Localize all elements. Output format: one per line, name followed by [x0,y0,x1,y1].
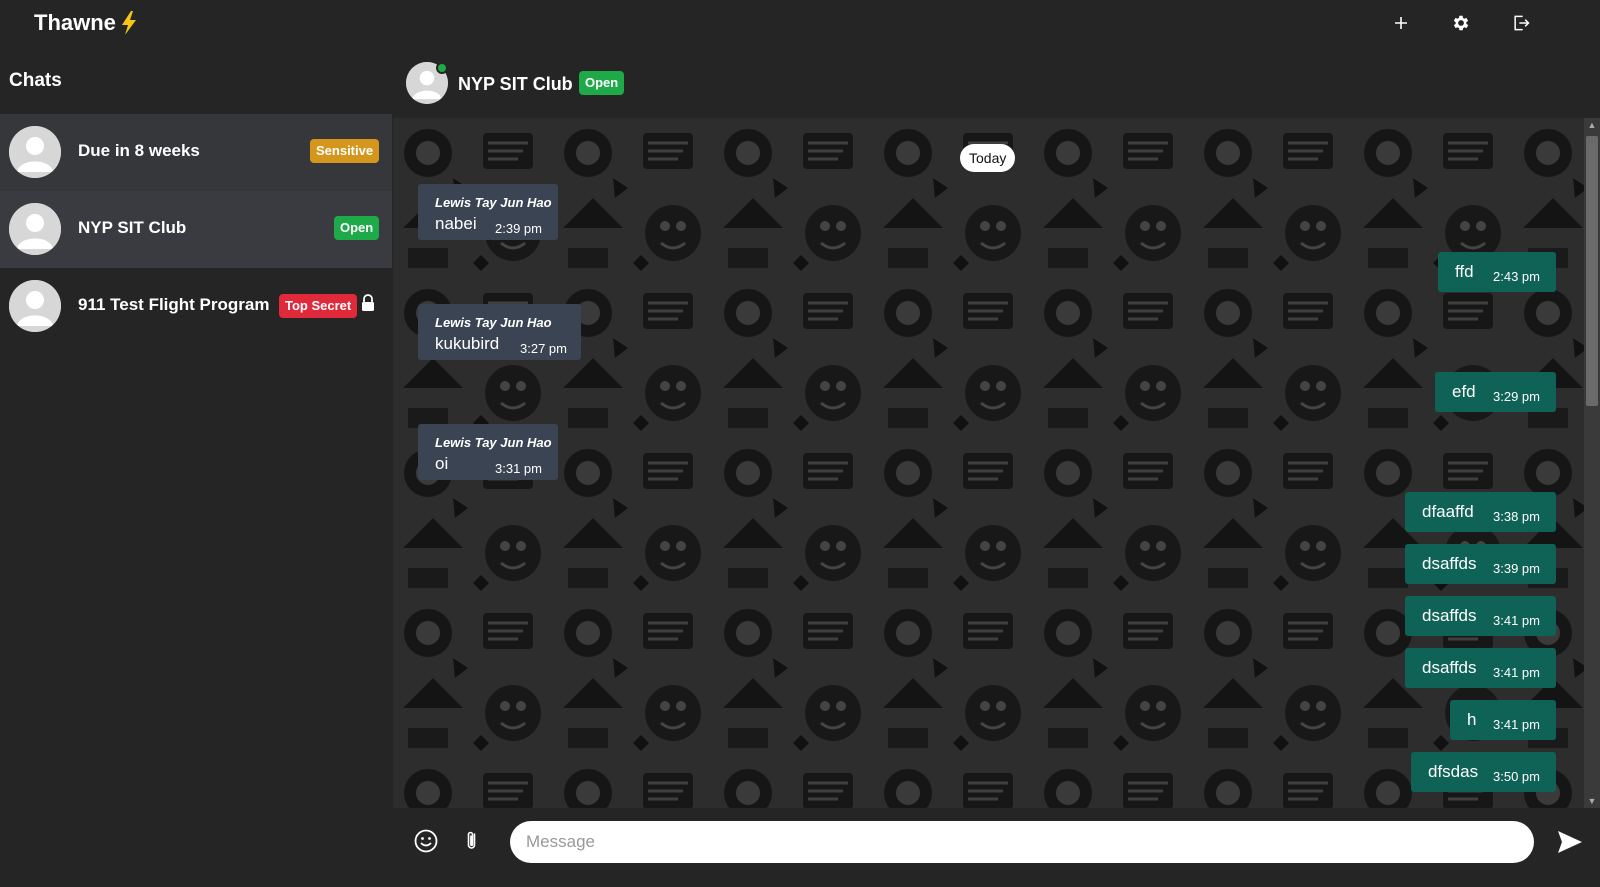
chat-name: NYP SIT Club [78,218,187,237]
message-time: 3:38 pm [1493,509,1540,524]
message-time: 3:29 pm [1493,389,1540,404]
date-divider: Today [960,144,1016,172]
message-time: 2:39 pm [495,221,542,236]
chat-item-nyp-sit-club[interactable]: NYP SIT Club Open [0,191,392,268]
scrollbar-thumb[interactable] [1586,136,1598,406]
app-name: Thawne [34,10,116,35]
scroll-down-icon[interactable]: ▼ [1587,796,1597,806]
message-text: h [1467,710,1477,729]
lock-icon [362,294,374,311]
status-badge: Top Secret [279,294,358,318]
message-text: kukubird [435,334,500,353]
logout-button[interactable] [1506,8,1536,38]
avatar [9,203,61,255]
chat-header: NYP SIT Club Open [392,46,1600,118]
online-indicator [436,62,448,74]
message-text: oi [435,454,449,473]
message-text: efd [1452,382,1476,401]
app-brand: Thawne [34,10,138,36]
message-time: 3:27 pm [520,341,567,356]
chat-wallpaper [393,118,1600,808]
message-text: dfaaffd [1422,502,1474,521]
message-time: 3:41 pm [1493,665,1540,680]
message-sender: Lewis Tay Jun Hao [435,315,552,330]
message-time: 3:41 pm [1493,717,1540,732]
top-bar: Thawne [0,0,1600,46]
user-avatar-icon [9,280,61,332]
message-sender: Lewis Tay Jun Hao [435,195,552,210]
status-badge: Open [334,216,380,240]
plus-icon [1395,17,1407,29]
chat-name: Due in 8 weeks [78,141,200,160]
message-text: dsaffds [1422,658,1477,677]
user-avatar-icon [9,203,61,255]
message-bubble-outgoing: dfsdas 3:50 pm [1411,752,1556,792]
chat-title: NYP SIT Club [458,74,573,94]
new-chat-button[interactable] [1386,8,1416,38]
message-input[interactable] [510,821,1534,863]
sidebar: Chats Due in 8 weeks Sensitive NYP SIT C… [0,46,392,887]
chat-item-due-in-8-weeks[interactable]: Due in 8 weeks Sensitive [0,114,392,191]
message-bubble-outgoing: dsaffds 3:39 pm [1405,544,1556,584]
scrollbar[interactable]: ▲ ▼ [1584,118,1600,808]
message-bubble-outgoing: h 3:41 pm [1450,700,1556,740]
paperclip-icon [467,831,476,849]
emoji-button[interactable] [411,826,441,856]
lightning-bolt-icon [121,11,136,35]
scroll-up-icon[interactable]: ▲ [1587,120,1597,130]
settings-button[interactable] [1446,8,1476,38]
chat-item-911-test-flight-program[interactable]: 911 Test Flight Program Top Secret [0,268,392,345]
message-composer [392,808,1600,887]
message-bubble-outgoing: efd 3:29 pm [1435,372,1556,412]
emoji-icon [414,829,438,853]
avatar [9,280,61,332]
message-text: dsaffds [1422,554,1477,573]
message-bubble-outgoing: dsaffds 3:41 pm [1405,596,1556,636]
user-avatar-icon [9,126,61,178]
attach-button[interactable] [457,826,487,856]
message-text: dsaffds [1422,606,1477,625]
message-bubble-outgoing: dsaffds 3:41 pm [1405,648,1556,688]
message-bubble-incoming: Lewis Tay Jun Hao nabei 2:39 pm [418,184,558,240]
gear-icon [1453,15,1469,31]
send-button[interactable] [1552,824,1588,860]
message-time: 2:43 pm [1493,269,1540,284]
message-bubble-outgoing: dfaaffd 3:38 pm [1405,492,1556,532]
sidebar-title: Chats [9,70,62,91]
message-list[interactable]: Today Lewis Tay Jun Hao nabei 2:39 pm ff… [393,118,1600,808]
message-bubble-incoming: Lewis Tay Jun Hao oi 3:31 pm [418,424,558,480]
message-text: ffd [1455,262,1474,281]
logout-icon [1514,15,1530,31]
message-sender: Lewis Tay Jun Hao [435,435,552,450]
message-time: 3:41 pm [1493,613,1540,628]
message-time: 3:50 pm [1493,769,1540,784]
message-text: dfsdas [1428,762,1479,781]
avatar [9,126,61,178]
message-text: nabei [435,214,477,233]
chat-name: 911 Test Flight Program [78,295,270,314]
message-time: 3:39 pm [1493,561,1540,576]
send-icon [1558,831,1582,853]
message-bubble-incoming: Lewis Tay Jun Hao kukubird 3:27 pm [418,304,581,360]
status-badge: Sensitive [310,139,380,163]
status-badge: Open [579,71,625,95]
message-time: 3:31 pm [495,461,542,476]
message-bubble-outgoing: ffd 2:43 pm [1438,252,1556,292]
